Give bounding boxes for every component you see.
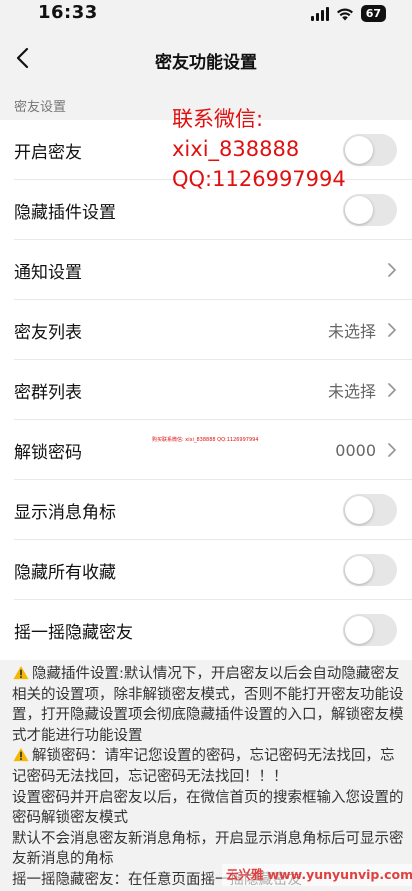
note-paragraph: 设置密码并开启密友以后，在微信首页的搜索框输入您设置的密码解锁密友模式 <box>12 789 404 827</box>
wifi-icon <box>336 8 353 20</box>
status-time: 16:33 <box>38 2 98 23</box>
row-notification-settings[interactable]: 通知设置 <box>0 240 412 300</box>
nav-bar: 密友功能设置 <box>0 28 412 90</box>
settings-list: 开启密友 隐藏插件设置 通知设置 密友列表 未选择 密群列表 未选择 解锁密码 … <box>0 120 412 660</box>
tiny-watermark: 购买联系微信: xixi_838888 QQ:1126997994 <box>152 437 259 443</box>
hide-favorites-toggle[interactable] <box>343 554 397 586</box>
row-label: 隐藏所有收藏 <box>14 562 116 583</box>
row-hide-favorites[interactable]: 隐藏所有收藏 <box>0 540 412 600</box>
shake-to-hide-toggle[interactable] <box>343 614 397 646</box>
row-unlock-password[interactable]: 解锁密码 0000 <box>0 420 412 480</box>
chevron-right-icon <box>388 263 396 277</box>
row-show-badge[interactable]: 显示消息角标 <box>0 480 412 540</box>
row-label: 隐藏插件设置 <box>14 202 116 223</box>
cellular-signal-icon <box>310 6 329 21</box>
row-secret-groups-list[interactable]: 密群列表 未选择 <box>0 360 412 420</box>
row-label: 通知设置 <box>14 262 82 283</box>
chevron-right-icon <box>388 323 396 337</box>
enable-close-friends-toggle[interactable] <box>343 134 397 166</box>
row-label: 密友列表 <box>14 322 82 343</box>
site-watermark: 云兴雅 www.yunyunvip.com <box>222 864 412 886</box>
chevron-right-icon <box>388 443 396 457</box>
row-label: 密群列表 <box>14 382 82 403</box>
battery-icon: 67 <box>360 5 386 22</box>
row-label: 摇一摇隐藏密友 <box>14 622 133 643</box>
row-label: 解锁密码 <box>14 442 82 463</box>
row-value: 未选择 <box>327 382 376 401</box>
warning-icon <box>13 665 29 680</box>
page-title: 密友功能设置 <box>155 53 257 73</box>
show-badge-toggle[interactable] <box>343 494 397 526</box>
chevron-right-icon <box>388 383 396 397</box>
hide-plugin-settings-toggle[interactable] <box>343 194 397 226</box>
note-paragraph: 隐藏插件设置:默认情况下，开启密友以后会自动隐藏密友相关的设置项，除非解锁密友模… <box>12 665 404 744</box>
row-label: 显示消息角标 <box>14 502 116 523</box>
status-icons: 67 <box>310 5 386 22</box>
status-bar: 16:33 67 <box>0 0 412 28</box>
row-label: 开启密友 <box>14 142 82 163</box>
note-paragraph: 解锁密码：请牢记您设置的密码，忘记密码无法找回，忘记密码无法找回，忘记密码无法找… <box>12 748 395 785</box>
row-close-friends-list[interactable]: 密友列表 未选择 <box>0 300 412 360</box>
help-notes: 隐藏插件设置:默认情况下，开启密友以后会自动隐藏密友相关的设置项，除非解锁密友模… <box>0 660 412 891</box>
warning-icon <box>13 748 29 762</box>
row-value: 未选择 <box>327 322 376 341</box>
row-shake-to-hide[interactable]: 摇一摇隐藏密友 <box>0 600 412 660</box>
contact-watermark: 联系微信: xixi_838888 QQ:1126997994 <box>172 107 346 191</box>
row-value: 0000 <box>335 440 376 460</box>
